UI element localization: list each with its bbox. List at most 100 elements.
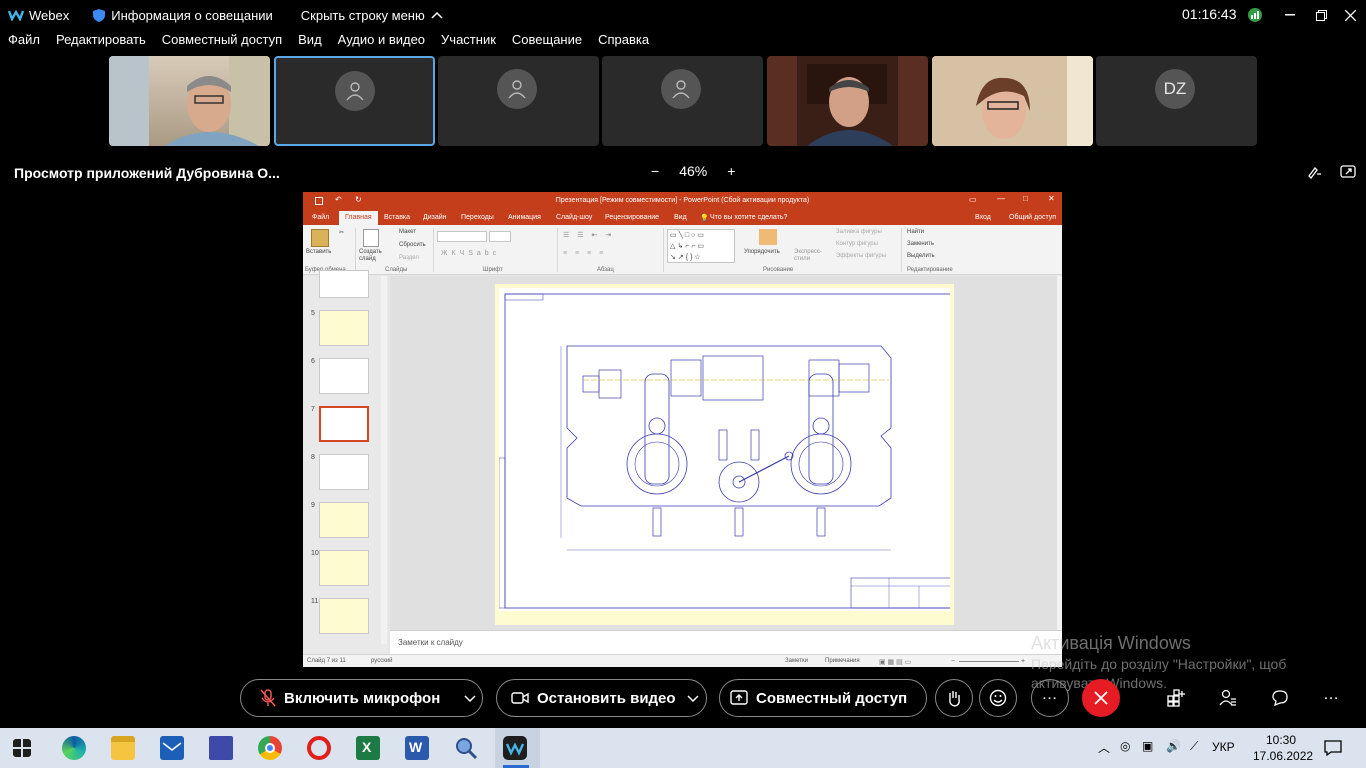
ppt-tab-transitions[interactable]: Переходы: [461, 214, 494, 221]
word-icon[interactable]: W: [405, 736, 429, 760]
slide-thumb-6[interactable]: [319, 358, 369, 394]
participant-tile-7[interactable]: DZ: [1096, 56, 1257, 146]
status-notes-button[interactable]: Заметки: [785, 658, 808, 664]
select-button[interactable]: Выделить: [907, 253, 935, 259]
menu-share[interactable]: Совместный доступ: [162, 32, 282, 54]
magnifier-tool-icon[interactable]: [454, 736, 478, 760]
webex-tray-icon[interactable]: ◎: [1120, 739, 1130, 753]
chat-icon[interactable]: [1266, 684, 1294, 712]
redo-icon[interactable]: ↻: [355, 195, 362, 204]
annotate-icon[interactable]: [1307, 164, 1323, 183]
windows-start-icon[interactable]: [13, 739, 31, 757]
excel-icon[interactable]: X: [356, 736, 380, 760]
opera-icon[interactable]: [307, 736, 331, 760]
font-name-field[interactable]: [437, 231, 487, 242]
ppt-maximize-icon[interactable]: □: [1023, 194, 1028, 203]
share-button[interactable]: Совместный доступ: [719, 679, 927, 717]
tell-me-field[interactable]: Что вы хотите сделать?: [710, 214, 787, 221]
save-disk-icon[interactable]: [209, 736, 233, 760]
replace-button[interactable]: Заменить: [907, 241, 934, 247]
ppt-tab-review[interactable]: Рецензирование: [605, 214, 659, 221]
taskbar-clock[interactable]: 10:30 17.06.2022: [1253, 732, 1313, 764]
menu-edit[interactable]: Редактировать: [56, 32, 146, 54]
participant-video-6[interactable]: [932, 56, 1093, 146]
menu-participant[interactable]: Участник: [441, 32, 496, 54]
ppt-sign-in[interactable]: Вход: [975, 214, 991, 221]
hide-menu-button[interactable]: Скрыть строку меню: [301, 8, 443, 23]
shape-fill-button[interactable]: Заливка фигуры: [836, 229, 882, 235]
view-mode-icons[interactable]: ▣ ▦ ▤ ▭: [879, 658, 911, 666]
zoom-slider[interactable]: −: [951, 658, 955, 665]
arrange-icon[interactable]: [759, 229, 777, 245]
create-slide-label[interactable]: Создать слайд: [359, 249, 389, 263]
ppt-tab-design[interactable]: Дизайн: [423, 214, 447, 221]
ppt-tab-slideshow[interactable]: Слайд-шоу: [556, 214, 592, 221]
slide-thumbnails-pane[interactable]: 5 6 7 8 9 10 11: [303, 270, 388, 654]
ribbon-options-icon[interactable]: ▭: [969, 195, 977, 204]
zoom-slider-plus[interactable]: +: [1021, 658, 1025, 665]
raise-hand-button[interactable]: [935, 679, 973, 717]
notes-pane[interactable]: Заметки к слайду: [390, 630, 1062, 654]
minimize-icon[interactable]: [1280, 5, 1300, 25]
zoom-out-button[interactable]: −: [651, 163, 659, 179]
chevron-down-icon[interactable]: [687, 695, 699, 703]
network-stats-icon[interactable]: [1245, 5, 1265, 25]
pop-out-icon[interactable]: [1340, 164, 1356, 183]
align-buttons[interactable]: ≡ ≡ ≡ ≡: [563, 250, 606, 257]
shapes-gallery[interactable]: ▭╲□○▭ △↳⌐⌐▭ ↘↗{}☆: [667, 229, 735, 263]
menu-view[interactable]: Вид: [298, 32, 322, 54]
volume-icon[interactable]: 🔊: [1166, 739, 1181, 753]
mail-icon[interactable]: [160, 736, 184, 760]
slide-thumb-4[interactable]: [319, 270, 369, 298]
restore-icon[interactable]: [1311, 5, 1331, 25]
display-tray-icon[interactable]: ▣: [1142, 739, 1153, 753]
chrome-icon[interactable]: [258, 736, 282, 760]
network-icon[interactable]: ⟋: [1190, 739, 1198, 754]
find-button[interactable]: Найти: [907, 229, 924, 235]
stop-video-button[interactable]: Остановить видео: [496, 679, 707, 717]
slide-thumb-7[interactable]: [319, 406, 369, 442]
slide-thumb-11[interactable]: [319, 598, 369, 634]
paste-icon[interactable]: [311, 229, 329, 247]
zoom-in-button[interactable]: +: [727, 163, 735, 179]
font-size-field[interactable]: [489, 231, 511, 242]
express-styles-button[interactable]: Экспресс-стили: [794, 249, 822, 263]
ppt-tab-insert[interactable]: Вставка: [384, 214, 410, 221]
notifications-icon[interactable]: [1323, 738, 1343, 763]
chevron-up-icon[interactable]: ︿: [1098, 739, 1110, 756]
file-explorer-icon[interactable]: [111, 736, 135, 760]
close-icon[interactable]: [1340, 5, 1360, 25]
edge-browser-icon[interactable]: [62, 736, 86, 760]
arrange-button[interactable]: Упорядочить: [744, 249, 780, 255]
webex-taskbar-icon[interactable]: [503, 736, 527, 760]
participants-icon[interactable]: [1214, 684, 1242, 712]
participant-tile-3[interactable]: [438, 56, 599, 146]
menu-meeting[interactable]: Совещание: [512, 32, 582, 54]
mute-button[interactable]: Включить микрофон: [240, 679, 483, 717]
ppt-tab-view[interactable]: Вид: [674, 214, 687, 221]
list-buttons[interactable]: ☰ ☰ ⇤ ⇥: [563, 231, 614, 239]
more-panels-icon[interactable]: …: [1317, 684, 1345, 712]
font-format-buttons[interactable]: ЖКЧSabc: [441, 250, 500, 257]
ppt-tab-animation[interactable]: Анимация: [508, 214, 541, 221]
participant-video-1[interactable]: [109, 56, 270, 146]
ppt-share-button[interactable]: Общий доступ: [1009, 214, 1056, 221]
shared-screen[interactable]: Презентация [Режим совместимости] - Powe…: [303, 192, 1062, 667]
ppt-tab-file[interactable]: Файл: [312, 214, 329, 221]
ppt-tab-home[interactable]: Главная: [339, 211, 378, 225]
slide-thumb-5[interactable]: [319, 310, 369, 346]
reset-button[interactable]: Сбросить: [399, 242, 426, 248]
new-slide-icon[interactable]: [363, 229, 379, 247]
zoom-slider-track[interactable]: [959, 661, 1019, 662]
tell-me-icon[interactable]: 💡: [700, 214, 709, 222]
ppt-minimize-icon[interactable]: —: [997, 194, 1005, 203]
section-button[interactable]: Раздел: [399, 255, 419, 261]
apps-icon[interactable]: [1162, 684, 1190, 712]
shape-effects-button[interactable]: Эффекты фигуры: [836, 253, 886, 259]
slide-thumb-9[interactable]: [319, 502, 369, 538]
reactions-button[interactable]: [979, 679, 1017, 717]
ppt-close-icon[interactable]: ✕: [1048, 194, 1055, 203]
slide-thumb-10[interactable]: [319, 550, 369, 586]
thumbnail-scrollbar[interactable]: [381, 276, 387, 644]
participant-video-5[interactable]: [767, 56, 928, 146]
